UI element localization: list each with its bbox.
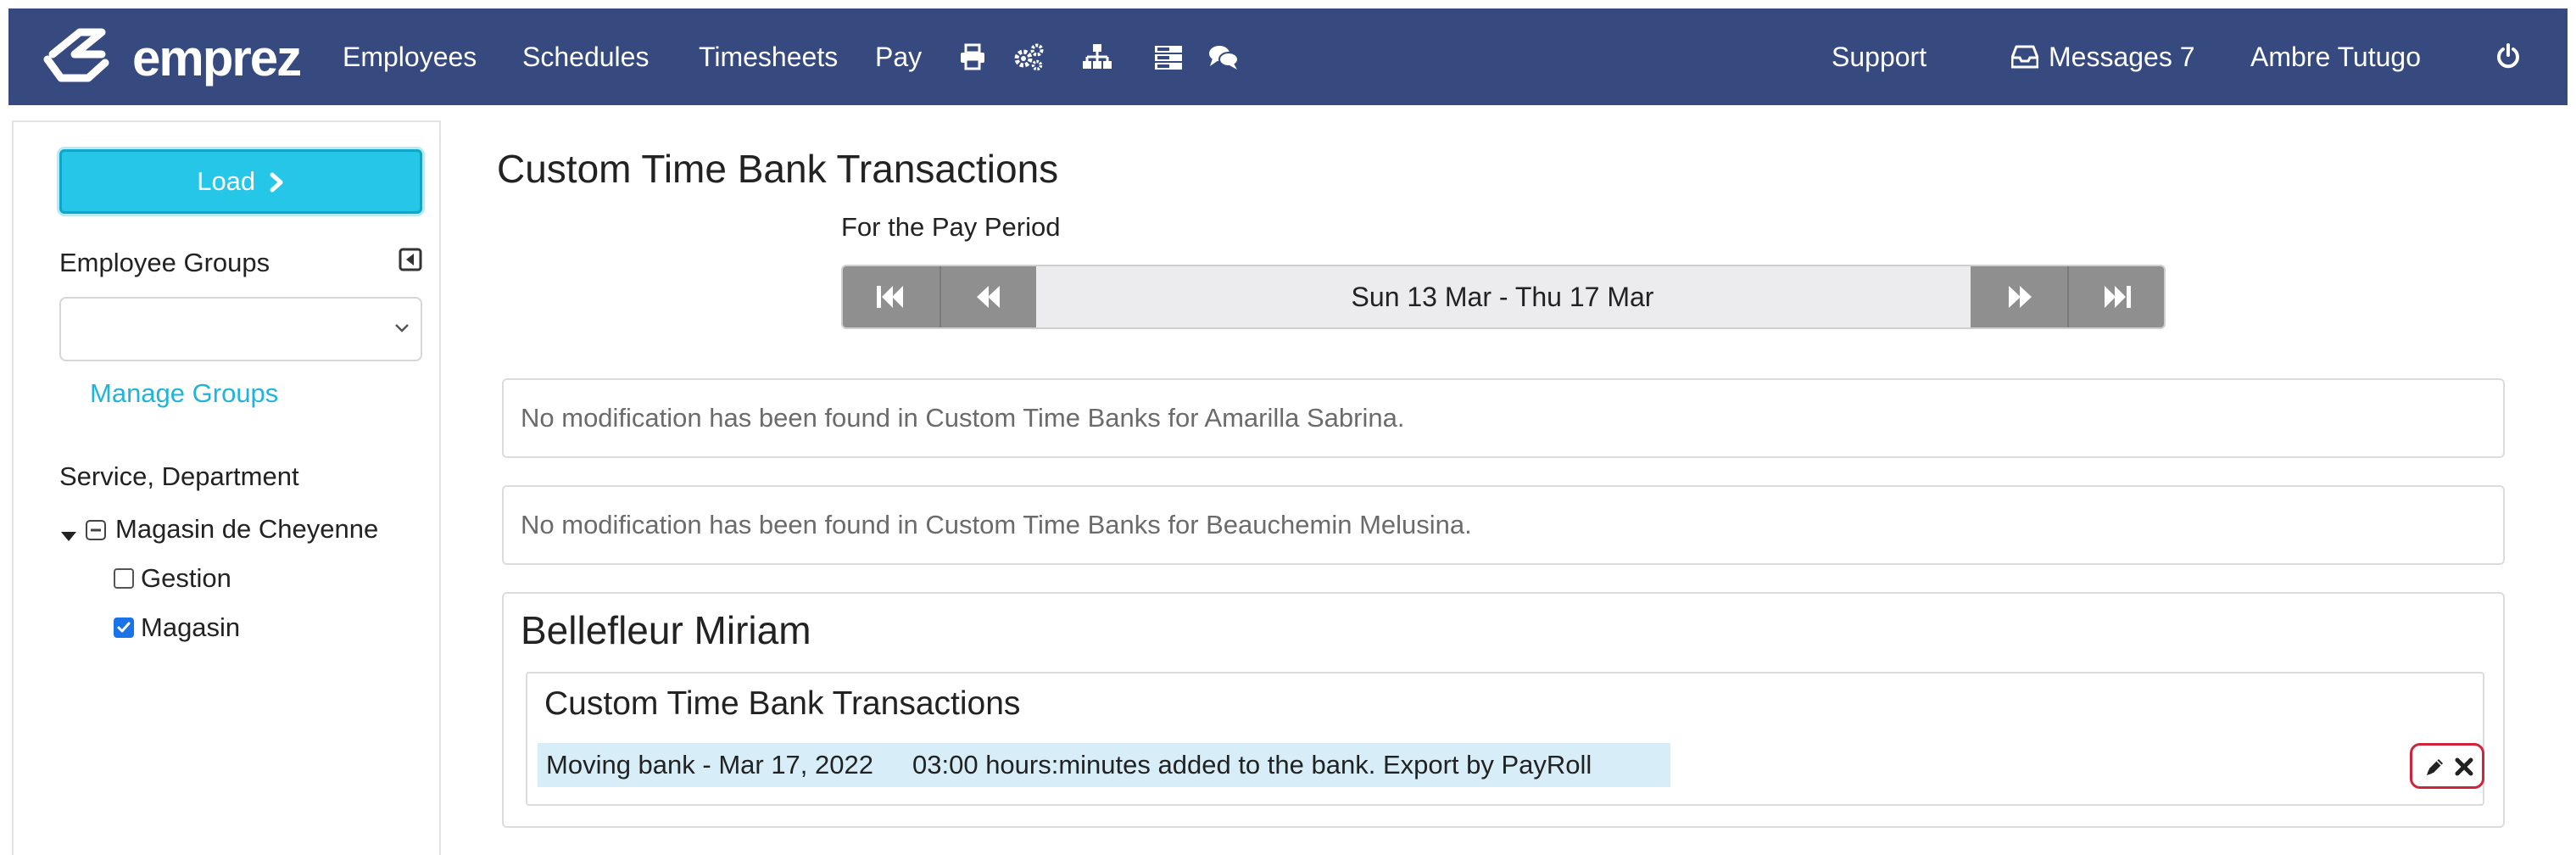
service-department-label: Service, Department <box>59 461 299 491</box>
magasin-checkbox[interactable] <box>114 618 134 638</box>
check-icon <box>117 622 131 633</box>
employee-groups-label: Employee Groups <box>59 248 270 277</box>
skip-forward-icon <box>2105 286 2131 308</box>
forward-icon <box>2009 286 2032 308</box>
delete-icon[interactable] <box>2453 756 2475 778</box>
messages-label: Messages <box>2049 42 2172 72</box>
caret-down-icon[interactable] <box>59 519 78 550</box>
filter-sidebar: Load Employee Groups Manage Groups Servi… <box>12 120 441 855</box>
load-button-label: Load <box>197 166 256 196</box>
transactions-panel: Custom Time Bank Transactions Moving ban… <box>526 672 2484 806</box>
tree-root-label[interactable]: Magasin de Cheyenne <box>115 514 378 545</box>
nav-pay[interactable]: Pay <box>875 8 922 105</box>
pay-period-label: For the Pay Period <box>841 212 1061 242</box>
pay-period-dates: Sun 13 Mar - Thu 17 Mar <box>1351 282 1654 312</box>
manage-groups-link[interactable]: Manage Groups <box>90 378 278 409</box>
last-period-button[interactable] <box>2067 266 2164 327</box>
inbox-icon[interactable] <box>2011 44 2042 75</box>
printer-icon[interactable] <box>958 42 989 73</box>
nav-timesheets[interactable]: Timesheets <box>699 8 838 105</box>
tree-root-magasin-de-cheyenne: Magasin de Cheyenne <box>59 514 432 548</box>
org-chart-icon[interactable] <box>1082 42 1112 73</box>
power-icon[interactable] <box>2495 42 2525 73</box>
logo-mark-icon <box>43 28 109 82</box>
transaction-row: Moving bank - Mar 17, 2022 03:00 hours:mi… <box>538 743 1670 787</box>
collapse-left-icon[interactable] <box>399 248 422 271</box>
backward-icon <box>977 286 1000 308</box>
previous-period-button[interactable] <box>940 266 1036 327</box>
no-modification-notice: No modification has been found in Custom… <box>502 378 2505 458</box>
transaction-description: Moving bank - Mar 17, 2022 <box>546 750 873 780</box>
nav-messages[interactable]: Messages 7 <box>2049 8 2195 105</box>
top-navbar: emprez Employees Schedules Timesheets Pa… <box>8 8 2568 105</box>
first-period-button[interactable] <box>843 266 940 327</box>
nav-support[interactable]: Support <box>1832 8 1926 105</box>
tree-item-label[interactable]: Magasin <box>141 612 240 643</box>
minus-square-icon[interactable] <box>85 517 107 548</box>
tree-item-magasin: Magasin <box>114 612 368 646</box>
chat-icon[interactable] <box>1207 42 1239 73</box>
tree-item-label[interactable]: Gestion <box>141 563 231 594</box>
gears-icon[interactable] <box>1012 42 1044 73</box>
chevron-down-icon <box>395 324 409 332</box>
no-modification-notice: No modification has been found in Custom… <box>502 485 2505 565</box>
gestion-checkbox[interactable] <box>114 568 134 589</box>
transaction-detail: 03:00 hours:minutes added to the bank. E… <box>912 750 1592 780</box>
employee-name: Bellefleur Miriam <box>521 608 811 652</box>
user-menu[interactable]: Ambre Tutugo <box>2250 8 2421 105</box>
next-period-button[interactable] <box>1971 266 2067 327</box>
employee-card: Bellefleur Miriam Custom Time Bank Trans… <box>502 592 2505 828</box>
brand-logo[interactable]: emprez <box>41 25 321 90</box>
chevron-right-icon <box>270 172 283 193</box>
transaction-actions <box>2410 743 2484 789</box>
server-icon[interactable] <box>1153 42 1184 73</box>
nav-employees[interactable]: Employees <box>343 8 477 105</box>
nav-schedules[interactable]: Schedules <box>522 8 649 105</box>
brand-name: emprez <box>132 30 302 87</box>
pencil-icon[interactable] <box>2424 756 2446 778</box>
pay-period-pager: Sun 13 Mar - Thu 17 Mar <box>841 265 2166 329</box>
load-button[interactable]: Load <box>59 149 422 214</box>
employee-groups-select[interactable] <box>59 297 422 361</box>
transactions-panel-title: Custom Time Bank Transactions <box>544 685 1021 722</box>
skip-backward-icon <box>877 286 903 308</box>
page-title: Custom Time Bank Transactions <box>497 147 1059 191</box>
messages-count: 7 <box>2179 42 2195 72</box>
tree-item-gestion: Gestion <box>114 563 368 597</box>
